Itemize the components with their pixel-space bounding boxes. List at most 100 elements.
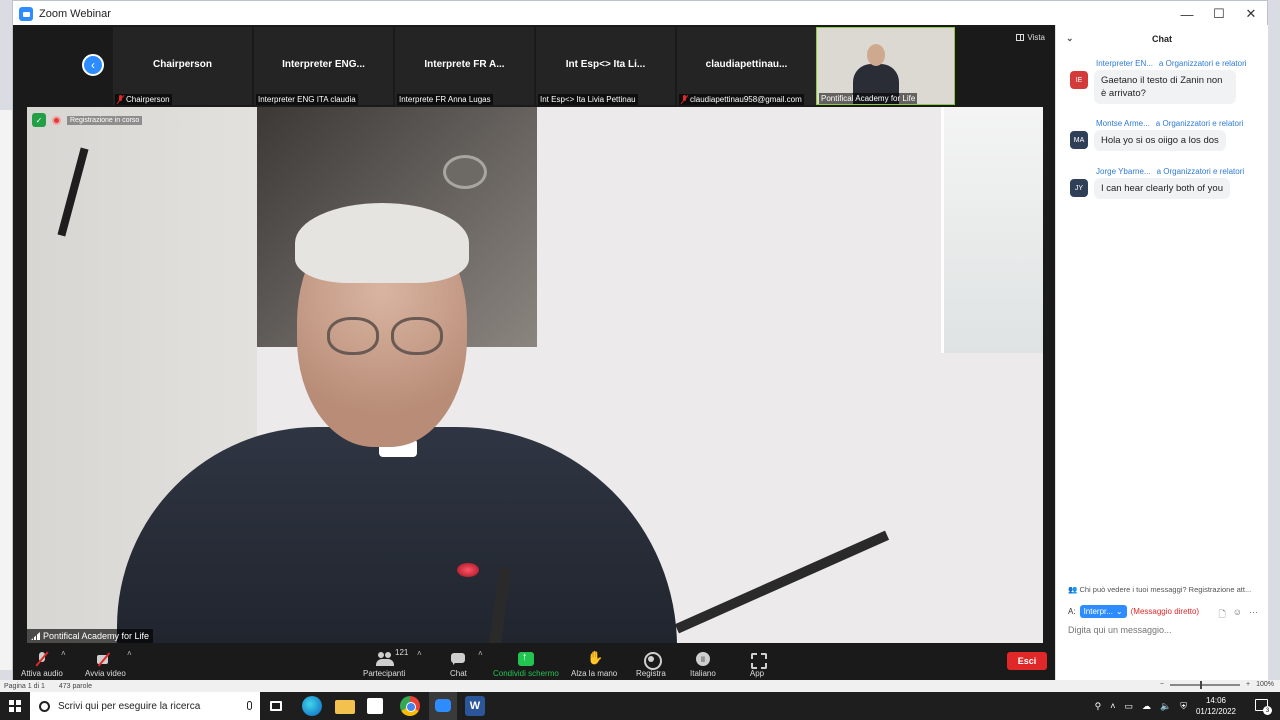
apps-button[interactable]: App (749, 646, 767, 678)
clock-time: 14:06 (1205, 696, 1226, 705)
edge-icon[interactable] (302, 696, 322, 716)
message-recipient: a Organizzatori e relatori (1158, 59, 1247, 68)
chat-privacy-notice[interactable]: 👥 Chi può vedere i tuoi messaggi? Regist… (1068, 585, 1251, 594)
taskbar: Scrivi qui per eseguire la ricerca W ⚲ ˄… (0, 692, 1280, 720)
volume-icon[interactable]: 🔈 (1160, 701, 1171, 712)
minimize-button[interactable]: — (1171, 1, 1203, 27)
file-explorer-icon[interactable] (335, 700, 355, 714)
message-meta: Jorge Ybarne... a Organizzatori e relator… (1096, 167, 1266, 176)
thumbnail-label-text: Int Esp<> Ita Livia Pettinau (540, 95, 636, 104)
security-icon[interactable]: ⛨ (1180, 701, 1187, 712)
audio-options-caret[interactable]: ˄ (61, 649, 66, 658)
people-icon: 👥 (1068, 585, 1078, 594)
zoom-level[interactable]: 100% (1256, 681, 1274, 688)
thumbnail-label: claudiapettinau958@gmail.com (679, 94, 804, 105)
mic-muted-icon (681, 95, 688, 104)
raise-hand-label: Alza la mano (571, 669, 618, 678)
windows-start-icon[interactable] (9, 700, 21, 712)
word-status-bar: Pagina 1 di 1 473 parole − + 100% (0, 680, 1280, 692)
title-bar: Zoom Webinar — ☐ ✕ (13, 1, 1267, 27)
message-recipient: a Organizzatori e relatori (1156, 167, 1245, 176)
view-button[interactable]: Vista (1016, 33, 1045, 42)
thumbnail-label-text: Interpreter ENG ITA claudia (258, 95, 356, 104)
thumbnail-label: Pontifical Academy for Life (819, 93, 918, 104)
page-count[interactable]: Pagina 1 di 1 (4, 683, 45, 690)
thumbnail-pontifical-academy[interactable]: Pontifical Academy for Life (816, 27, 955, 105)
record-button[interactable]: Registra (636, 646, 666, 678)
message-sender[interactable]: Interpreter EN... (1096, 59, 1153, 68)
interpretation-label: Italiano (690, 669, 716, 678)
interpretation-button[interactable]: Italiano (690, 646, 716, 678)
thumbnail-label-text: claudiapettinau958@gmail.com (690, 95, 802, 104)
chat-header: ⌄ Chat (1056, 25, 1268, 53)
meeting-area: ‹ Chairperson Chairperson Interpreter EN… (13, 25, 1055, 681)
chrome-icon[interactable] (400, 696, 420, 716)
chevron-left-icon: ‹ (91, 58, 95, 72)
maximize-button[interactable]: ☐ (1203, 1, 1235, 27)
close-button[interactable]: ✕ (1235, 1, 1267, 27)
thumbnail-label: Interprete FR Anna Lugas (397, 94, 493, 105)
thumbnail-interpreter-eng[interactable]: Interpreter ENG... Interpreter ENG ITA c… (254, 27, 393, 105)
thumbnail-label-text: Interprete FR Anna Lugas (399, 95, 491, 104)
audio-label: Attiva audio (21, 669, 63, 678)
share-screen-button[interactable]: Condividi schermo (493, 646, 559, 678)
people-icon[interactable]: ⚲ (1095, 701, 1102, 712)
exit-button[interactable]: Esci (1007, 652, 1047, 670)
message-sender[interactable]: Montse Arme... (1096, 119, 1150, 128)
chat-title: Chat (1152, 34, 1172, 44)
chat-icon (450, 652, 466, 666)
task-view-icon[interactable] (270, 701, 282, 711)
message-sender[interactable]: Jorge Ybarne... (1096, 167, 1151, 176)
chat-notice-text: Chi può vedere i tuoi messaggi? Registra… (1079, 585, 1252, 594)
word-ruler (0, 110, 12, 670)
speaker-label: Pontifical Academy for Life (27, 629, 154, 643)
store-icon[interactable] (367, 698, 383, 714)
video-button[interactable]: Avvia video (85, 646, 126, 678)
window-controls: — ☐ ✕ (1171, 1, 1267, 27)
recording-text: Registrazione in corso (67, 115, 143, 125)
audio-button[interactable]: Attiva audio (21, 646, 63, 678)
thumbnail-chairperson[interactable]: Chairperson Chairperson (113, 27, 252, 105)
zoom-controls: − + 100% (1160, 680, 1274, 689)
message-text: I can hear clearly both of you (1094, 178, 1230, 199)
thumbnail-int-esp-ita[interactable]: Int Esp<> Ita Li... Int Esp<> Ita Livia … (536, 27, 675, 105)
file-icon[interactable]: 🗋 (1219, 607, 1226, 623)
video-options-caret[interactable]: ˄ (127, 649, 132, 658)
chevron-down-icon[interactable]: ⌄ (1066, 33, 1074, 44)
recipient-value: Interpr... (1083, 607, 1113, 616)
more-options-icon[interactable]: ··· (1249, 607, 1258, 623)
participants-options-caret[interactable]: ˄ (417, 649, 422, 658)
raise-hand-button[interactable]: Alza la mano (571, 646, 617, 678)
chevron-up-icon[interactable]: ˄ (1110, 701, 1115, 711)
zoom-window: Zoom Webinar — ☐ ✕ ‹ Chairperson Chairpe… (12, 0, 1268, 681)
zoom-taskbar-icon[interactable] (429, 692, 457, 720)
word-count[interactable]: 473 parole (59, 683, 92, 690)
network-icon[interactable]: ▭ (1124, 701, 1133, 712)
word-icon[interactable]: W (465, 696, 485, 716)
chat-button[interactable]: Chat (450, 646, 467, 678)
chat-options-caret[interactable]: ˄ (478, 649, 483, 658)
taskbar-search[interactable]: Scrivi qui per eseguire la ricerca (30, 692, 260, 720)
zoom-in-icon[interactable]: + (1246, 681, 1250, 688)
thumbnail-claudiapettinau[interactable]: claudiapettinau... claudiapettinau958@gm… (677, 27, 816, 105)
recipient-select[interactable]: Interpr... ⌄ (1079, 605, 1127, 618)
thumbnail-name: Interprete FR A... (424, 59, 505, 70)
clock[interactable]: 14:06 01/12/2022 (1196, 695, 1236, 717)
zoom-out-icon[interactable]: − (1160, 681, 1164, 688)
view-label: Vista (1027, 33, 1045, 42)
thumbnail-interprete-fr[interactable]: Interprete FR A... Interprete FR Anna Lu… (395, 27, 534, 105)
thumbnail-name: Interpreter ENG... (282, 59, 365, 70)
emoji-icon[interactable]: ☺ (1233, 607, 1242, 623)
apps-icon (749, 652, 767, 669)
record-icon (643, 652, 662, 670)
chat-message-input[interactable] (1068, 625, 1258, 635)
microphone-icon[interactable] (247, 701, 252, 710)
zoom-slider[interactable] (1170, 680, 1240, 689)
shield-icon: ✓ (32, 113, 46, 127)
thumbnail-name: Chairperson (153, 59, 212, 70)
thumbnail-label: Interpreter ENG ITA claudia (256, 94, 358, 105)
onedrive-icon[interactable]: ☁ (1142, 701, 1151, 712)
chat-message: Jorge Ybarne... a Organizzatori e relator… (1070, 167, 1266, 199)
meeting-toolbar: Attiva audio ˄ Avvia video ˄ Partecipant… (13, 643, 1055, 681)
strip-back-button[interactable]: ‹ (82, 54, 104, 76)
